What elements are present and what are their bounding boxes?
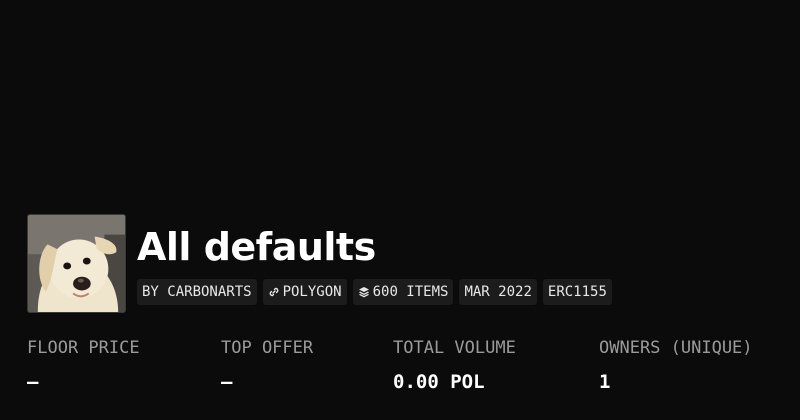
stat-label: TOP OFFER [221,338,314,358]
stat-total-volume: TOTAL VOLUME 0.00 POL [393,337,516,394]
collection-badges: BY CARBONARTS POLYGON 600 ITEMS MAR 2022… [137,279,612,305]
badge-creator[interactable]: BY CARBONARTS [137,279,257,305]
collection-header: All defaults BY CARBONARTS POLYGON 600 I… [27,214,612,313]
badge-standard: ERC1155 [542,279,612,305]
badge-items: 600 ITEMS [352,279,454,305]
badge-chain[interactable]: POLYGON [262,279,347,305]
collection-avatar [27,214,126,313]
link-icon [268,286,280,298]
stat-label: TOTAL VOLUME [393,338,516,358]
stat-value: 1 [599,371,611,393]
stat-value: 0.00 POL [393,371,485,393]
layers-icon [358,286,370,298]
badge-chain-label: POLYGON [282,284,342,300]
badge-standard-label: ERC1155 [547,284,607,300]
stat-floor-price: FLOOR PRICE — [27,337,140,394]
badge-date-label: MAR 2022 [464,284,532,300]
stat-label: OWNERS (UNIQUE) [599,338,753,358]
stat-value: — [27,371,39,393]
badge-creator-label: BY CARBONARTS [142,284,252,300]
collection-title: All defaults [137,225,376,269]
stat-label: FLOOR PRICE [27,338,140,358]
stat-owners: OWNERS (UNIQUE) 1 [599,337,753,394]
stat-value: — [221,371,233,393]
stat-top-offer: TOP OFFER — [221,337,313,394]
badge-date: MAR 2022 [459,279,537,305]
badge-items-label: 600 ITEMS [372,284,449,300]
